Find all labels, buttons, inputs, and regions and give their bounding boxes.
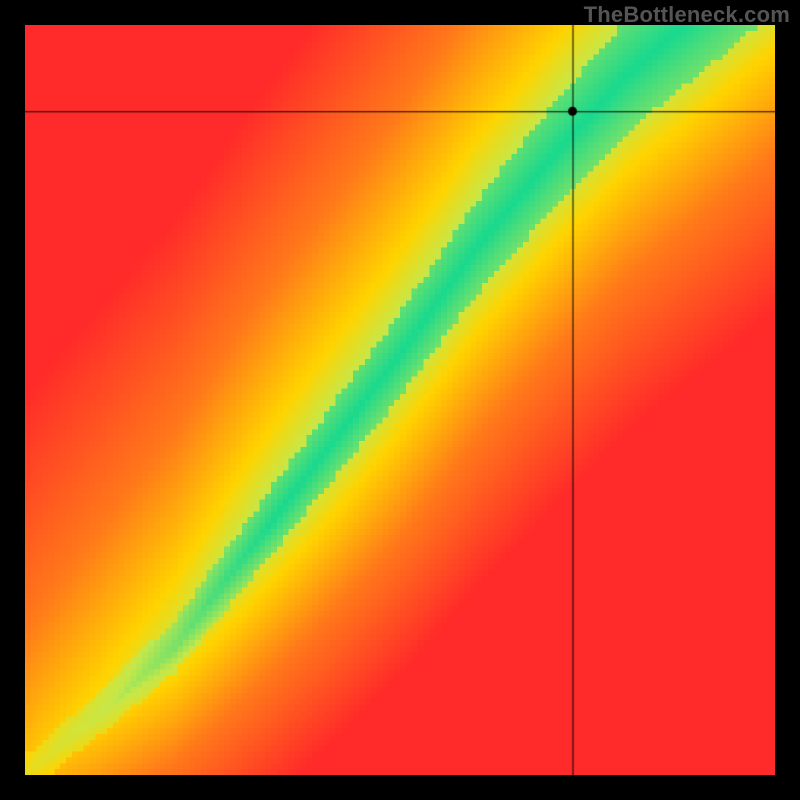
chart-container: TheBottleneck.com [0,0,800,800]
bottleneck-heatmap [25,25,775,775]
